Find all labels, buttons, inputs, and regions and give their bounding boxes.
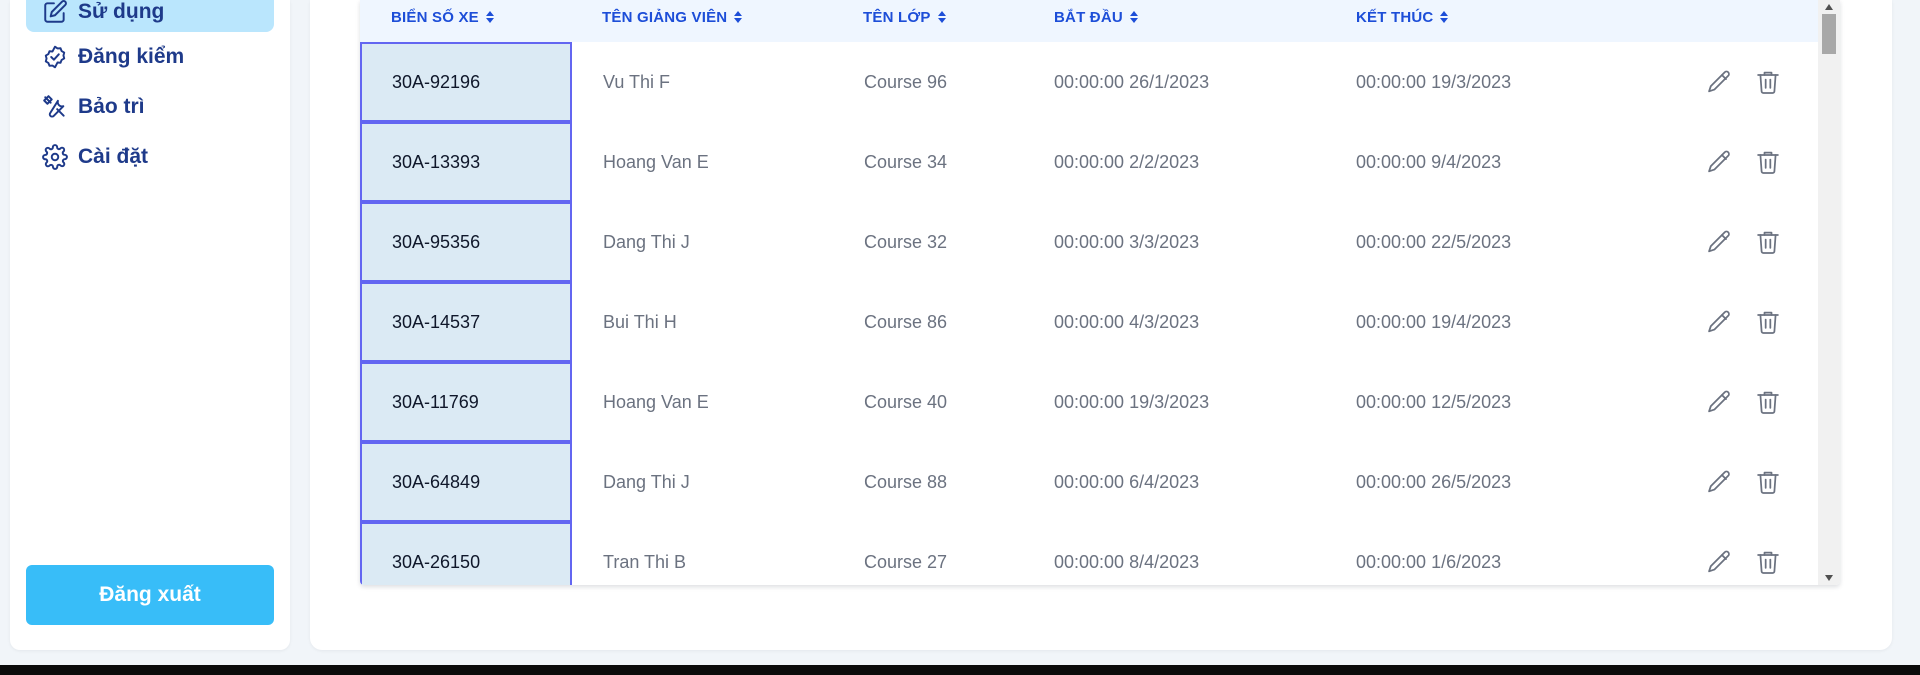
start-time-cell: 00:00:00 26/1/2023 bbox=[1054, 71, 1210, 92]
edit-icon[interactable] bbox=[1704, 307, 1734, 337]
vertical-scrollbar[interactable] bbox=[1818, 0, 1840, 585]
sidebar-item-dang-kiem[interactable]: Đăng kiểm bbox=[26, 37, 274, 77]
scrollbar-thumb[interactable] bbox=[1822, 14, 1836, 54]
class-cell: Course 86 bbox=[864, 311, 948, 332]
table-header: BIỂN SỐ XE TÊN GIẢNG VIÊN TÊN LỚP BẮT ĐẦ… bbox=[360, 0, 1818, 42]
class-cell: Course 96 bbox=[864, 71, 948, 92]
class-cell: Course 32 bbox=[864, 231, 948, 252]
sidebar-item-cai-dat[interactable]: Cài đặt bbox=[26, 137, 274, 177]
gear-icon bbox=[42, 144, 68, 170]
tools-icon bbox=[43, 95, 65, 118]
class-cell: Course 34 bbox=[864, 151, 948, 172]
sidebar: Sử dụng Đăng kiểm Bảo trì Cài đặt Đăng x… bbox=[10, 0, 290, 650]
sort-icon bbox=[1129, 11, 1138, 23]
plate-cell[interactable]: 30A-13393 bbox=[360, 122, 572, 202]
trash-icon[interactable] bbox=[1753, 307, 1783, 337]
class-cell: Course 40 bbox=[864, 391, 948, 412]
column-header-plate[interactable]: BIỂN SỐ XE bbox=[391, 0, 495, 34]
edit-icon[interactable] bbox=[1704, 147, 1734, 177]
scroll-down-arrow-icon[interactable] bbox=[1818, 571, 1840, 585]
column-header-class[interactable]: TÊN LỚP bbox=[863, 0, 947, 34]
trash-icon[interactable] bbox=[1753, 387, 1783, 417]
sidebar-item-label: Sử dụng bbox=[78, 0, 165, 23]
edit-icon[interactable] bbox=[1704, 467, 1734, 497]
sort-icon bbox=[1440, 11, 1449, 23]
sort-icon bbox=[937, 11, 946, 23]
plate-cell[interactable]: 30A-92196 bbox=[360, 42, 572, 122]
usage-table: BIỂN SỐ XE TÊN GIẢNG VIÊN TÊN LỚP BẮT ĐẦ… bbox=[360, 0, 1840, 585]
plate-cell[interactable]: 30A-11769 bbox=[360, 362, 572, 442]
column-header-end[interactable]: KẾT THÚC bbox=[1356, 0, 1449, 34]
column-header-start[interactable]: BẮT ĐẦU bbox=[1054, 0, 1139, 34]
trash-icon[interactable] bbox=[1753, 147, 1783, 177]
start-time-cell: 00:00:00 19/3/2023 bbox=[1054, 391, 1210, 412]
sidebar-item-label: Bảo trì bbox=[78, 95, 145, 118]
end-time-cell: 00:00:00 19/3/2023 bbox=[1356, 71, 1512, 92]
edit-icon[interactable] bbox=[1704, 67, 1734, 97]
sidebar-item-label: Cài đặt bbox=[78, 145, 149, 168]
trash-icon[interactable] bbox=[1753, 467, 1783, 497]
start-time-cell: 00:00:00 6/4/2023 bbox=[1054, 471, 1200, 492]
edit-icon[interactable] bbox=[1704, 547, 1734, 577]
table-row[interactable]: 30A-13393 Hoang Van E Course 34 00:00:00 2/… bbox=[360, 122, 1818, 202]
main-panel: BIỂN SỐ XE TÊN GIẢNG VIÊN TÊN LỚP BẮT ĐẦ… bbox=[310, 0, 1892, 650]
instructor-cell: Tran Thi B bbox=[603, 551, 687, 572]
instructor-cell: Dang Thi J bbox=[603, 471, 690, 492]
instructor-cell: Vu Thi F bbox=[603, 71, 671, 92]
trash-icon[interactable] bbox=[1753, 227, 1783, 257]
plate-cell[interactable]: 30A-95356 bbox=[360, 202, 572, 282]
scroll-up-arrow-icon[interactable] bbox=[1818, 0, 1840, 14]
instructor-cell: Hoang Van E bbox=[603, 391, 709, 412]
start-time-cell: 00:00:00 8/4/2023 bbox=[1054, 551, 1200, 572]
sort-icon bbox=[485, 11, 494, 23]
sidebar-item-su-dung[interactable]: Sử dụng bbox=[26, 0, 274, 32]
table-row[interactable]: 30A-92196 Vu Thi F Course 96 00:00:00 26/1/… bbox=[360, 42, 1818, 122]
check-circle-icon bbox=[44, 45, 66, 69]
class-cell: Course 27 bbox=[864, 551, 948, 572]
end-time-cell: 00:00:00 1/6/2023 bbox=[1356, 551, 1502, 572]
table-row[interactable]: 30A-64849 Dang Thi J Course 88 00:00:00 6/4… bbox=[360, 442, 1818, 522]
taskbar-strip bbox=[0, 665, 1920, 675]
start-time-cell: 00:00:00 4/3/2023 bbox=[1054, 311, 1200, 332]
class-cell: Course 88 bbox=[864, 471, 948, 492]
end-time-cell: 00:00:00 12/5/2023 bbox=[1356, 391, 1512, 412]
table-row[interactable]: 30A-14537 Bui Thi H Course 86 00:00:00 4/3/… bbox=[360, 282, 1818, 362]
table-row[interactable]: 30A-95356 Dang Thi J Course 32 00:00:00 3/3… bbox=[360, 202, 1818, 282]
instructor-cell: Dang Thi J bbox=[603, 231, 690, 252]
instructor-cell: Bui Thi H bbox=[603, 311, 677, 332]
edit-icon[interactable] bbox=[1704, 387, 1734, 417]
end-time-cell: 00:00:00 9/4/2023 bbox=[1356, 151, 1502, 172]
instructor-cell: Hoang Van E bbox=[603, 151, 709, 172]
sidebar-item-label: Đăng kiểm bbox=[78, 45, 185, 68]
trash-icon[interactable] bbox=[1753, 67, 1783, 97]
start-time-cell: 00:00:00 2/2/2023 bbox=[1054, 151, 1200, 172]
column-header-instructor[interactable]: TÊN GIẢNG VIÊN bbox=[602, 0, 743, 34]
plate-cell[interactable]: 30A-14537 bbox=[360, 282, 572, 362]
edit-icon bbox=[44, 0, 67, 23]
table-row[interactable]: 30A-11769 Hoang Van E Course 40 00:00:00 19… bbox=[360, 362, 1818, 442]
logout-button[interactable]: Đăng xuất bbox=[26, 565, 274, 625]
end-time-cell: 00:00:00 26/5/2023 bbox=[1356, 471, 1512, 492]
plate-cell[interactable]: 30A-64849 bbox=[360, 442, 572, 522]
table-row[interactable]: 30A-26150 Tran Thi B Course 27 00:00:00 8/4… bbox=[360, 522, 1818, 585]
trash-icon[interactable] bbox=[1753, 547, 1783, 577]
plate-cell[interactable]: 30A-26150 bbox=[360, 522, 572, 585]
start-time-cell: 00:00:00 3/3/2023 bbox=[1054, 231, 1200, 252]
end-time-cell: 00:00:00 22/5/2023 bbox=[1356, 231, 1512, 252]
edit-icon[interactable] bbox=[1704, 227, 1734, 257]
sidebar-item-bao-tri[interactable]: Bảo trì bbox=[26, 87, 274, 127]
end-time-cell: 00:00:00 19/4/2023 bbox=[1356, 311, 1512, 332]
sort-icon bbox=[734, 11, 743, 23]
